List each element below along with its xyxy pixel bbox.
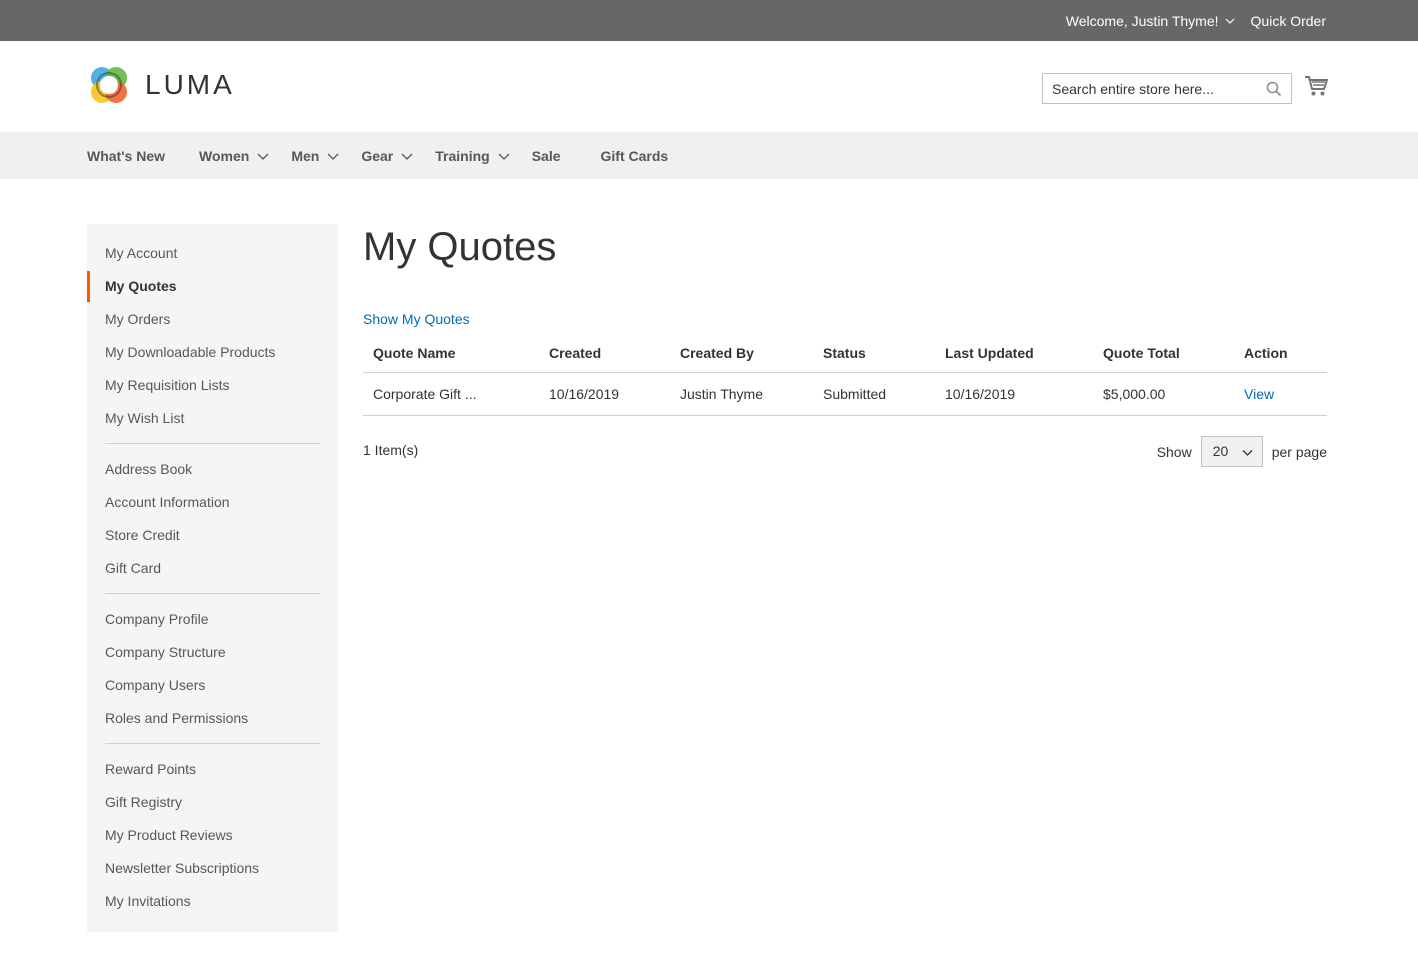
- nav-item-gear[interactable]: Gear: [361, 148, 413, 164]
- main-nav: What's New Women Men Gear Training Sale …: [0, 132, 1418, 179]
- cell-last-updated: 10/16/2019: [935, 372, 1093, 416]
- column-header-quote-name: Quote Name: [363, 334, 539, 373]
- limiter-show-label: Show: [1156, 443, 1192, 460]
- limiter-per-page-label: per page: [1271, 443, 1327, 460]
- column-header-last-updated: Last Updated: [935, 334, 1093, 373]
- welcome-text: Welcome, Justin Thyme!: [1065, 12, 1219, 29]
- search-input[interactable]: [1043, 74, 1291, 103]
- chevron-down-icon: [327, 153, 339, 160]
- sidebar-item-wish-list[interactable]: My Wish List: [87, 402, 338, 435]
- column-header-action: Action: [1234, 334, 1327, 373]
- quotes-table: Quote Name Created Created By Status Las…: [363, 334, 1327, 416]
- limiter-value: 20: [1212, 443, 1229, 459]
- sidebar-item-gift-card[interactable]: Gift Card: [87, 552, 338, 585]
- cell-quote-total: $5,000.00: [1093, 372, 1234, 416]
- customer-welcome-menu[interactable]: Welcome, Justin Thyme!: [1066, 13, 1235, 29]
- quick-order-link[interactable]: Quick Order: [1251, 13, 1326, 29]
- sidebar-item-requisition-lists[interactable]: My Requisition Lists: [87, 369, 338, 402]
- limiter-select[interactable]: 20: [1200, 436, 1263, 467]
- sidebar-divider: [105, 743, 320, 744]
- sidebar-item-newsletter-subscriptions[interactable]: Newsletter Subscriptions: [87, 852, 338, 885]
- column-header-quote-total: Quote Total: [1093, 334, 1234, 373]
- nav-item-label: Sale: [531, 147, 561, 164]
- chevron-down-icon: [498, 153, 510, 160]
- sidebar-item-product-reviews[interactable]: My Product Reviews: [87, 819, 338, 852]
- show-my-quotes-link[interactable]: Show My Quotes: [363, 311, 470, 327]
- sidebar-item-company-profile[interactable]: Company Profile: [87, 603, 338, 636]
- top-bar: Welcome, Justin Thyme! Quick Order: [0, 0, 1418, 41]
- nav-item-training[interactable]: Training: [435, 147, 510, 164]
- sidebar-divider: [105, 593, 320, 594]
- luma-logo-icon: [91, 67, 127, 103]
- logo[interactable]: LUMA: [87, 63, 235, 107]
- table-header-row: Quote Name Created Created By Status Las…: [363, 334, 1327, 373]
- cell-status: Submitted: [813, 372, 935, 416]
- sidebar-item-account-information[interactable]: Account Information: [87, 486, 338, 519]
- chevron-down-icon: [401, 153, 413, 160]
- sidebar-divider: [105, 443, 320, 444]
- nav-item-label: Training: [435, 147, 490, 164]
- top-links: Welcome, Justin Thyme! Quick Order: [1066, 0, 1326, 41]
- nav-item-women[interactable]: Women: [199, 148, 269, 164]
- sidebar-item-store-credit[interactable]: Store Credit: [87, 519, 338, 552]
- nav-items: What's New Women Men Gear Training Sale …: [87, 132, 702, 179]
- sidebar-item-my-account[interactable]: My Account: [87, 237, 338, 270]
- cell-created: 10/16/2019: [539, 372, 670, 416]
- cell-created-by: Justin Thyme: [670, 372, 813, 416]
- nav-item-whats-new[interactable]: What's New: [87, 148, 165, 164]
- column-header-status: Status: [813, 334, 935, 373]
- table-row: Corporate Gift ... 10/16/2019 Justin Thy…: [363, 372, 1327, 416]
- sidebar-item-my-orders[interactable]: My Orders: [87, 303, 338, 336]
- header: LUMA: [0, 41, 1418, 132]
- nav-item-label: Women: [199, 147, 250, 164]
- chevron-down-icon: [1242, 450, 1253, 456]
- cell-quote-name: Corporate Gift ...: [363, 372, 539, 416]
- sidebar-item-gift-registry[interactable]: Gift Registry: [87, 786, 338, 819]
- nav-item-label: Gear: [361, 147, 394, 164]
- sidebar-item-my-quotes[interactable]: My Quotes: [87, 270, 338, 303]
- account-sidebar: My Account My Quotes My Orders My Downlo…: [87, 224, 338, 932]
- search-icon[interactable]: [1266, 81, 1282, 97]
- nav-item-sale[interactable]: Sale: [532, 148, 561, 164]
- cart-icon[interactable]: [1304, 75, 1328, 97]
- column-header-created: Created: [539, 334, 670, 373]
- nav-item-label: What's New: [87, 147, 166, 164]
- nav-item-gift-cards[interactable]: Gift Cards: [601, 148, 669, 164]
- page-limiter: Show 20 per page: [1157, 436, 1327, 467]
- nav-item-men[interactable]: Men: [291, 148, 339, 164]
- sidebar-item-company-users[interactable]: Company Users: [87, 669, 338, 702]
- chevron-down-icon: [257, 153, 269, 160]
- sidebar-item-my-invitations[interactable]: My Invitations: [87, 885, 338, 918]
- cell-action: View: [1234, 372, 1327, 416]
- logo-text: LUMA: [145, 69, 235, 100]
- nav-item-label: Gift Cards: [600, 147, 669, 164]
- sidebar-item-company-structure[interactable]: Company Structure: [87, 636, 338, 669]
- chevron-down-icon: [1225, 18, 1234, 24]
- main-content: My Quotes Show My Quotes Quote Name Crea…: [363, 224, 1327, 467]
- items-count: 1 Item(s): [363, 442, 419, 458]
- sidebar-item-reward-points[interactable]: Reward Points: [87, 753, 338, 786]
- view-quote-link[interactable]: View: [1244, 386, 1274, 402]
- nav-item-label: Men: [291, 147, 320, 164]
- column-header-created-by: Created By: [670, 334, 813, 373]
- sidebar-item-address-book[interactable]: Address Book: [87, 453, 338, 486]
- sidebar-item-downloadable-products[interactable]: My Downloadable Products: [87, 336, 338, 369]
- search-box: [1042, 73, 1292, 104]
- sidebar-item-roles-permissions[interactable]: Roles and Permissions: [87, 702, 338, 735]
- page-title: My Quotes: [363, 225, 557, 269]
